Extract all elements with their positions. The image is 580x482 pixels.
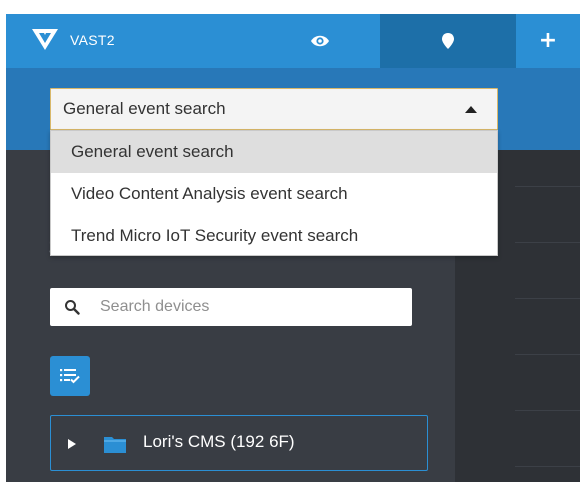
app-title: VAST2 [70, 32, 115, 48]
row-divider [515, 354, 580, 355]
tab-event-search[interactable] [380, 14, 516, 68]
device-tree-item[interactable]: Lori's CMS (192 6F) [50, 415, 428, 471]
eye-icon [311, 35, 329, 47]
plus-icon: + [538, 28, 558, 53]
row-divider [515, 186, 580, 187]
menu-item-general-event-search[interactable]: General event search [51, 131, 497, 173]
list-check-icon [60, 369, 80, 384]
top-bar: VAST2 + [6, 14, 580, 68]
event-search-select[interactable]: General event search [50, 88, 498, 130]
add-tab-button[interactable]: + [516, 14, 580, 68]
triangle-right-icon[interactable] [67, 439, 77, 449]
row-divider [515, 298, 580, 299]
device-label: Lori's CMS (192 6F) [143, 432, 295, 451]
app-window: VAST2 + Select devices [6, 14, 580, 482]
list-toggle-button[interactable] [50, 356, 90, 396]
search-icon [65, 300, 80, 315]
tab-live-view[interactable] [260, 14, 380, 68]
menu-item-vca-event-search[interactable]: Video Content Analysis event search [51, 173, 497, 215]
event-search-menu: General event search Video Content Analy… [50, 130, 498, 256]
search-input[interactable] [100, 288, 400, 326]
select-value: General event search [63, 99, 226, 118]
search-field[interactable] [50, 288, 412, 326]
caret-up-icon [465, 106, 477, 113]
map-pin-icon [442, 33, 454, 49]
menu-item-trend-micro-event-search[interactable]: Trend Micro IoT Security event search [51, 215, 497, 257]
folder-icon [104, 437, 126, 453]
vivotek-logo-icon [32, 29, 58, 50]
row-divider [515, 242, 580, 243]
row-divider [515, 410, 580, 411]
row-divider [515, 466, 580, 467]
